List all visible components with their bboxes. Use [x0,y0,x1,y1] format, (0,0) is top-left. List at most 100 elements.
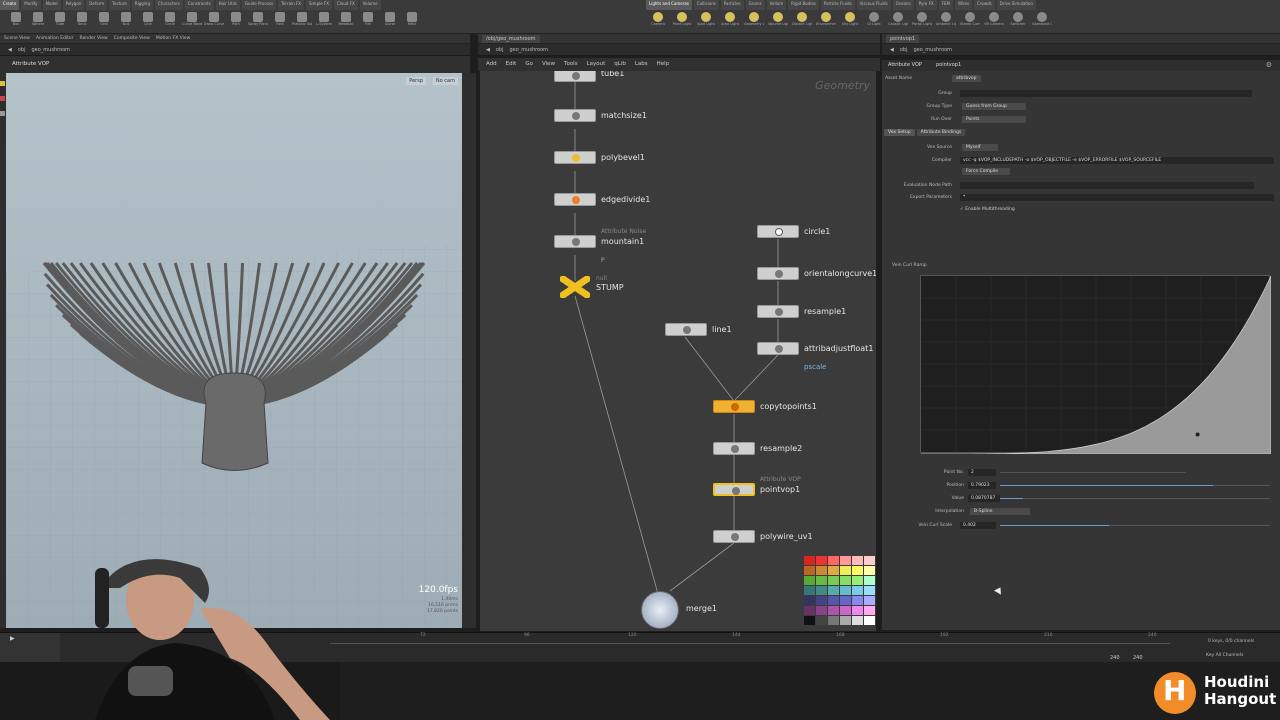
shelf-right-tool-13[interactable]: Stereo Camera [960,12,980,32]
shelf-right-tool-11[interactable]: Portal Light [912,12,932,32]
path-geo[interactable]: geo_mushroom [913,47,952,53]
shelf-tool-15[interactable]: Metaball [336,12,356,32]
color-palette[interactable] [804,556,876,628]
node-resample2[interactable] [713,442,755,455]
shelf-tool-16[interactable]: File [358,12,378,32]
shelf-right-tool-6[interactable]: Distant Light [792,12,812,32]
timeline-track[interactable] [330,643,1170,644]
tab-params[interactable]: pointvop1 [886,34,920,43]
palette-swatch[interactable] [816,556,827,565]
shelf-tab-2[interactable]: Model [42,0,61,10]
shelf-tool-12[interactable]: Font [270,12,290,32]
palette-swatch[interactable] [828,596,839,605]
palette-swatch[interactable] [852,606,863,615]
node-merge1[interactable] [641,591,679,629]
network-menu-add[interactable]: Add [486,61,497,67]
shelf-tab-9[interactable]: Hair Utils [215,0,240,10]
palette-swatch[interactable] [816,576,827,585]
node-copytopoints1[interactable] [713,400,755,413]
back-icon[interactable]: ◀ [8,47,12,53]
palette-swatch[interactable] [804,596,815,605]
shelf-tool-14[interactable]: L-System [314,12,334,32]
shelf-tool-18[interactable]: Helix [402,12,422,32]
palette-swatch[interactable] [828,616,839,625]
palette-swatch[interactable] [816,566,827,575]
shelf-tool-1[interactable]: Sphere [28,12,48,32]
enable-multithreading-checkbox[interactable]: ✓ Enable Multithreading [960,207,1015,212]
palette-swatch[interactable] [816,606,827,615]
palette-swatch[interactable] [804,616,815,625]
shelf-right-tab-1[interactable]: Collisions [693,0,719,10]
palette-swatch[interactable] [864,606,875,615]
shelf-tool-4[interactable]: Grid [94,12,114,32]
palette-swatch[interactable] [864,616,875,625]
shelf-tool-3[interactable]: Torus [72,12,92,32]
palette-swatch[interactable] [852,576,863,585]
shelf-right-tool-10[interactable]: Caustic Light [888,12,908,32]
palette-swatch[interactable] [804,556,815,565]
shelf-tool-0[interactable]: Box [6,12,26,32]
compiler-field[interactable]: vcc -q $VOP_INCLUDEPATH -o $VOP_OBJECTFI… [960,157,1274,164]
shelf-tab-8[interactable]: Constraints [184,0,214,10]
run-over-menu[interactable]: Points [962,116,1026,123]
network-menu-edit[interactable]: Edit [506,61,517,67]
palette-swatch[interactable] [864,556,875,565]
palette-swatch[interactable] [804,586,815,595]
select-tool-icon[interactable] [0,81,5,86]
node-mountain1[interactable] [554,235,596,248]
palette-swatch[interactable] [864,596,875,605]
palette-swatch[interactable] [840,566,851,575]
palette-swatch[interactable] [828,576,839,585]
left-tab-0[interactable]: Scene View [4,36,30,41]
range-end[interactable]: 240 [1133,655,1143,661]
shelf-right-tool-5[interactable]: Volume Light [768,12,788,32]
shelf-tool-6[interactable]: Line [138,12,158,32]
shelf-right-tool-7[interactable]: Environment Light [816,12,836,32]
palette-swatch[interactable] [840,586,851,595]
shelf-right-tab-11[interactable]: Wires [954,0,973,10]
shelf-right-tab-9[interactable]: Pyro FX [915,0,937,10]
shelf-tab-10[interactable]: Guide Process [241,0,277,10]
shelf-right-tab-6[interactable]: Particle Fluids [820,0,855,10]
shelf-right-tab-4[interactable]: Vellum [766,0,787,10]
network-menu-labs[interactable]: Labs [635,61,648,67]
shelf-tab-12[interactable]: Simple FX [306,0,332,10]
shelf-tab-1[interactable]: Modify [21,0,41,10]
palette-swatch[interactable] [840,606,851,615]
node-matchsize1[interactable] [554,109,596,122]
shelf-right-tool-3[interactable]: Area Light [720,12,740,32]
palette-swatch[interactable] [852,596,863,605]
range-start[interactable]: 240 [1110,655,1120,661]
tab-vex-setup[interactable]: Vex Setup [884,129,915,136]
shelf-tool-7[interactable]: Circle [160,12,180,32]
shelf-tab-4[interactable]: Deform [86,0,108,10]
back-icon[interactable]: ◀ [890,47,894,53]
shelf-tool-8[interactable]: Curve Bezier [182,12,202,32]
group-type-menu[interactable]: Guess from Group [962,103,1026,110]
palette-swatch[interactable] [852,616,863,625]
shelf-right-tab-5[interactable]: Rigid Bodies [788,0,819,10]
shelf-tool-17[interactable]: Spiral [380,12,400,32]
point-no-slider[interactable] [1000,472,1186,473]
palette-swatch[interactable] [804,566,815,575]
shelf-right-tab-8[interactable]: Oceans [892,0,914,10]
tab-network[interactable]: /obj/geo_mushroom [482,34,540,43]
palette-swatch[interactable] [840,576,851,585]
palette-swatch[interactable] [804,606,815,615]
shelf-right-tool-4[interactable]: Geometry Light [744,12,764,32]
left-tab-2[interactable]: Render View [80,36,108,41]
palette-swatch[interactable] [804,576,815,585]
shelf-tab-14[interactable]: Volume [359,0,381,10]
palette-swatch[interactable] [840,596,851,605]
shelf-tab-3[interactable]: Polygon [62,0,85,10]
asset-name-menu[interactable]: attribvop [952,75,981,82]
position-slider[interactable] [1000,485,1270,486]
shelf-right-tool-14[interactable]: VR Camera [984,12,1004,32]
palette-swatch[interactable] [864,576,875,585]
left-tab-4[interactable]: Motion FX View [156,36,190,41]
network-menu-qlib[interactable]: qLib [614,61,626,67]
value-field[interactable]: 0.0870787 [968,495,1000,502]
shelf-tab-6[interactable]: Rigging [131,0,153,10]
shelf-right-tab-2[interactable]: Particles [720,0,744,10]
palette-swatch[interactable] [816,616,827,625]
